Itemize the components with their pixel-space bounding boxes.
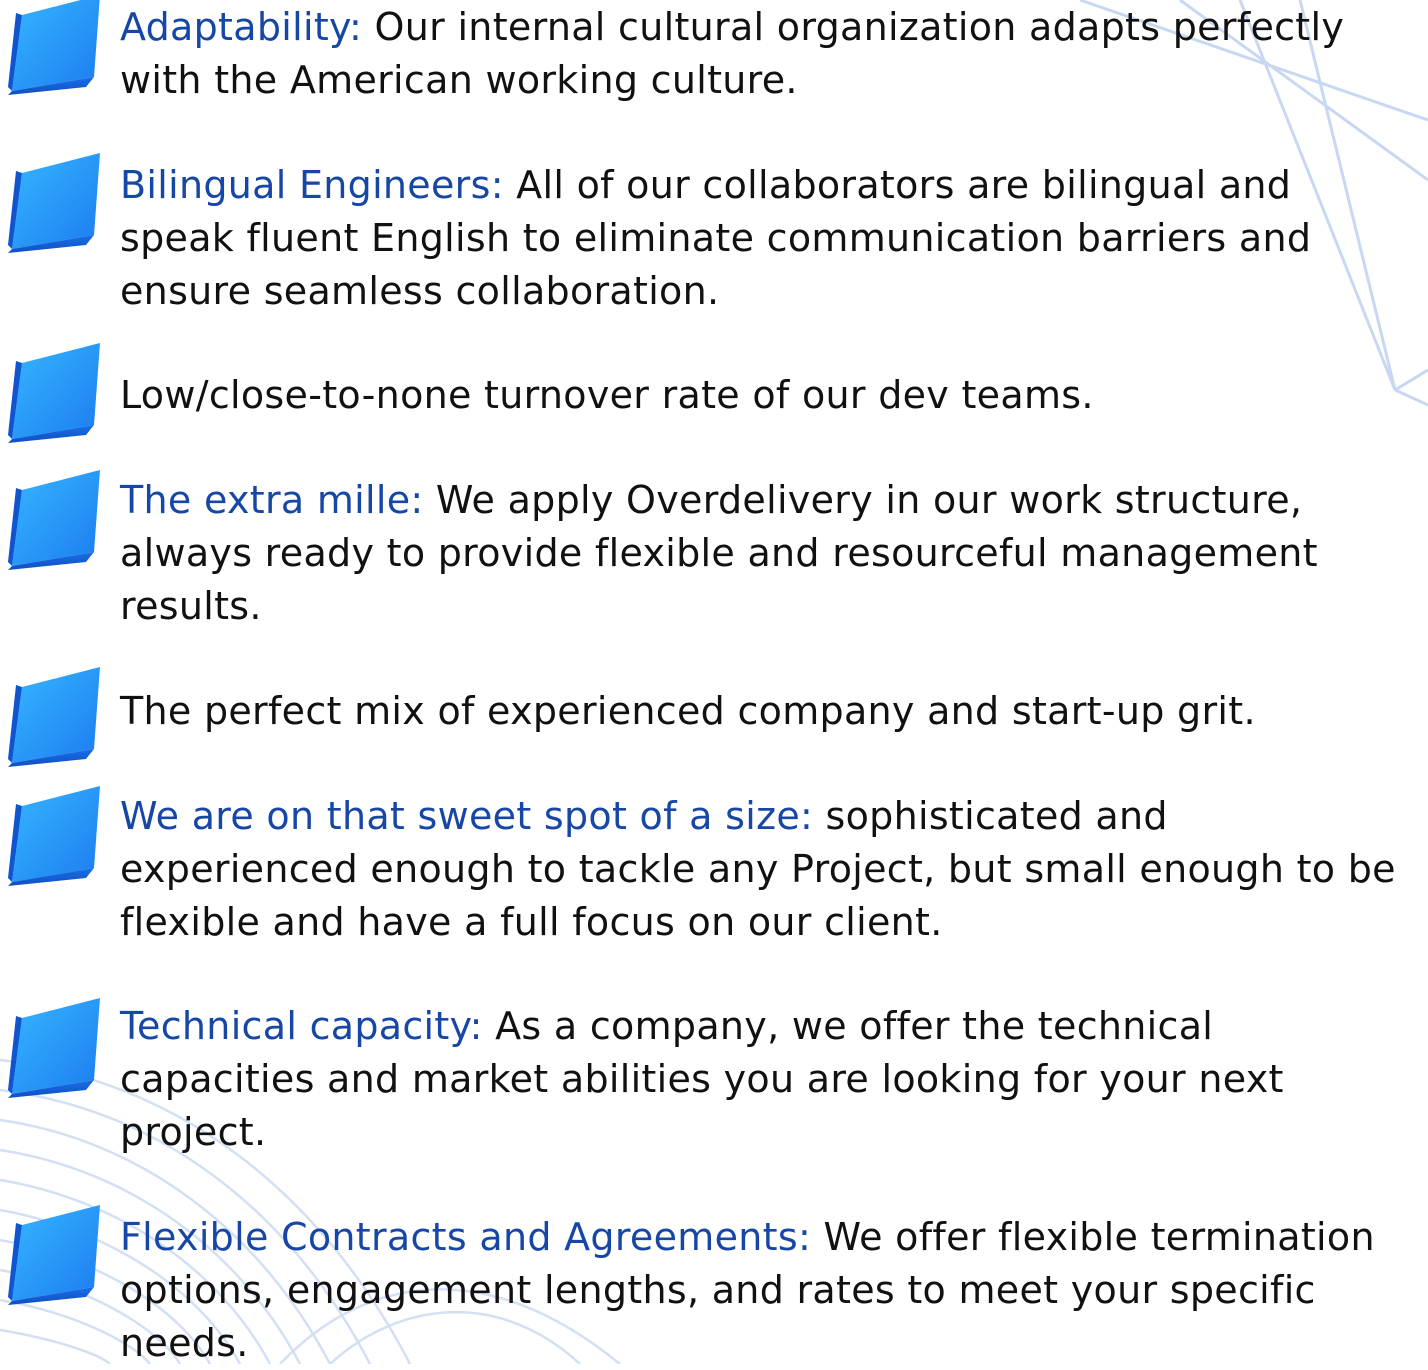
list-item-text: Adaptability: Our internal cultural orga… (120, 1, 1416, 107)
item-term: Flexible Contracts and Agreements: (120, 1215, 812, 1259)
list-item-text: The extra mille: We apply Overdelivery i… (120, 474, 1416, 633)
blue-cube-icon (8, 0, 100, 95)
list-item-text: Bilingual Engineers: All of our collabor… (120, 159, 1416, 318)
list-item-text: The perfect mix of experienced company a… (120, 685, 1416, 738)
blue-cube-icon (8, 1205, 100, 1305)
blue-cube-icon (8, 153, 100, 253)
item-term: Bilingual Engineers: (120, 163, 504, 207)
list-item-text: Low/close-to-none turnover rate of our d… (120, 369, 1416, 422)
item-term: Adaptability: (120, 5, 363, 49)
blue-cube-icon (8, 470, 100, 570)
blue-cube-icon (8, 998, 100, 1098)
list-item-text: We are on that sweet spot of a size: sop… (120, 790, 1416, 949)
list-item-text: Technical capacity: As a company, we off… (120, 1000, 1416, 1159)
blue-cube-icon (8, 343, 100, 443)
blue-cube-icon (8, 667, 100, 767)
item-description: Low/close-to-none turnover rate of our d… (120, 373, 1094, 417)
item-description: The perfect mix of experienced company a… (120, 689, 1256, 733)
item-term: Technical capacity: (120, 1004, 483, 1048)
item-term: We are on that sweet spot of a size: (120, 794, 814, 838)
blue-cube-icon (8, 786, 100, 886)
list-item-text: Flexible Contracts and Agreements: We of… (120, 1211, 1416, 1370)
item-term: The extra mille: (120, 478, 424, 522)
